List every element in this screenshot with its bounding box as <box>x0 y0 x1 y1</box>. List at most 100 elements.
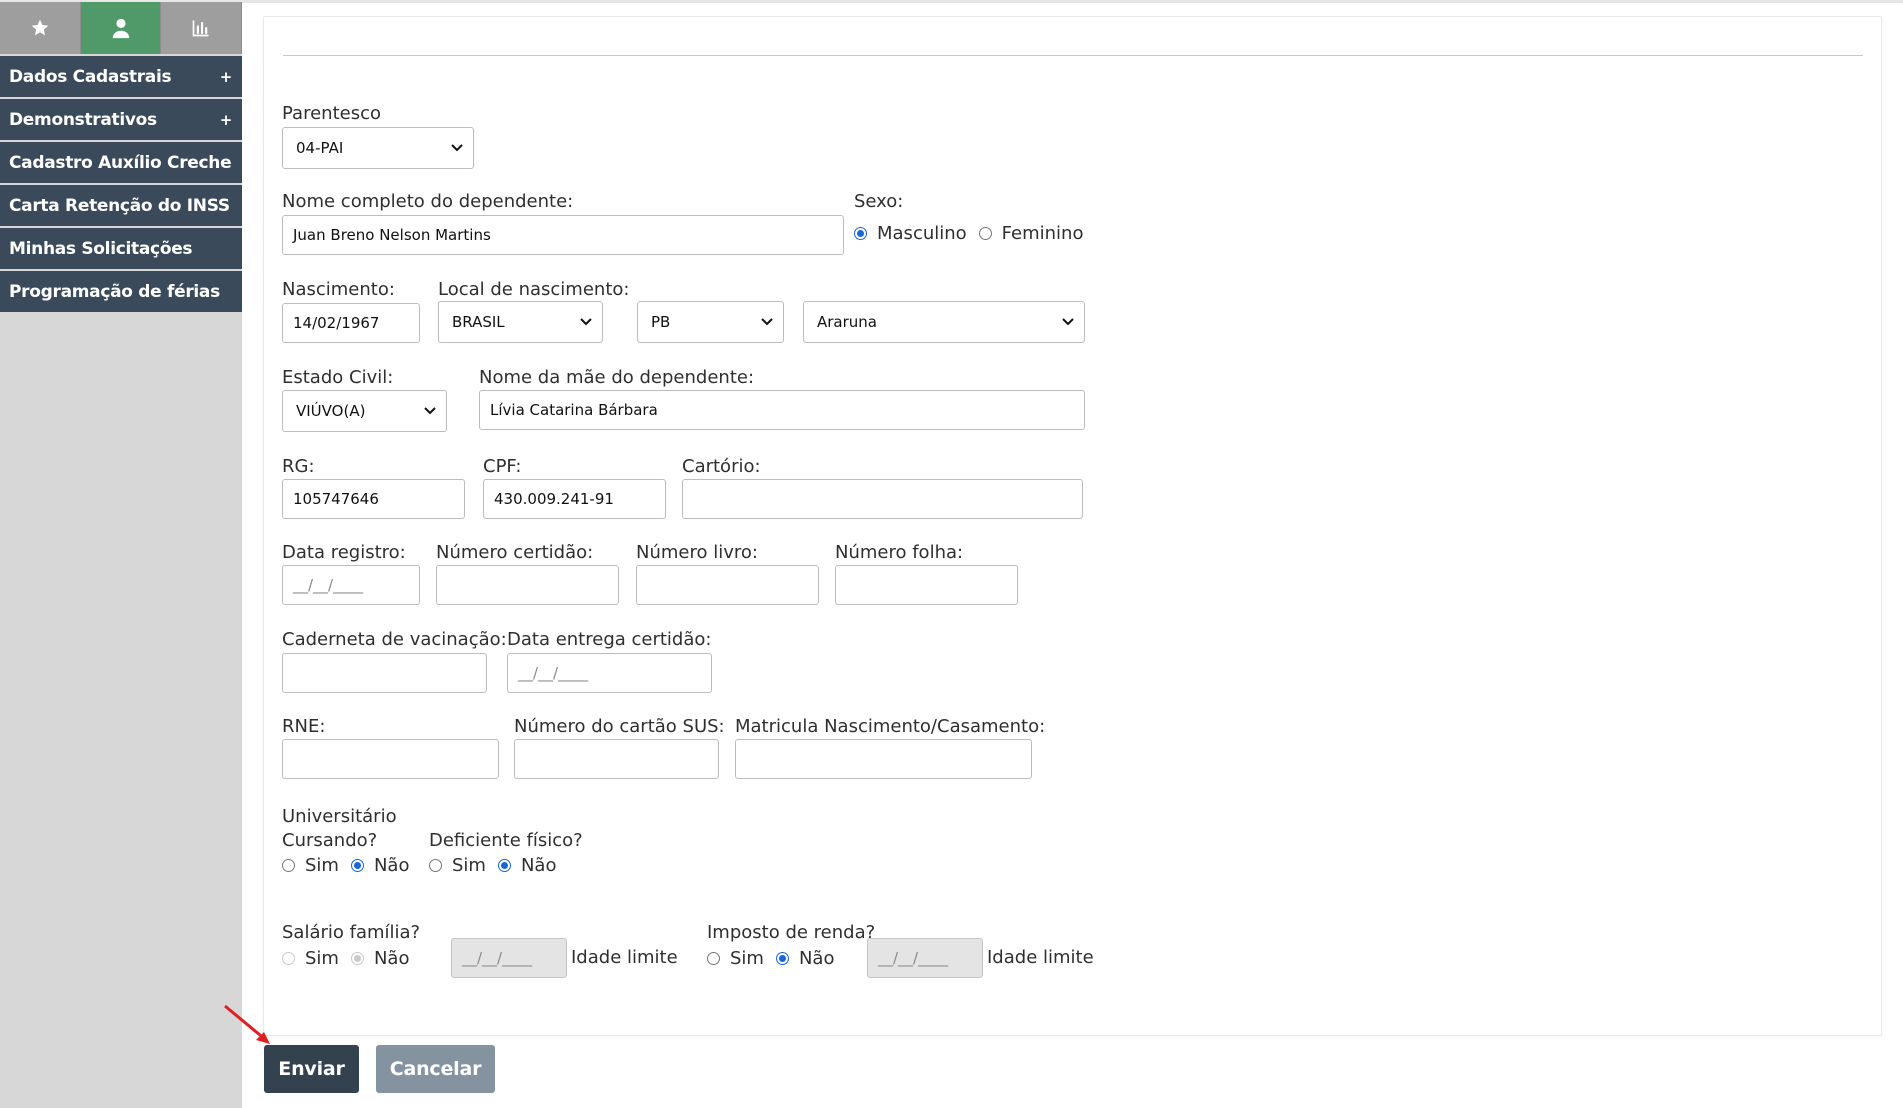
sus-field[interactable] <box>514 739 719 779</box>
panel-divider <box>283 55 1863 56</box>
radio-salario-nao[interactable] <box>350 952 364 965</box>
data-entrega-field[interactable]: __/__/____ <box>507 653 712 693</box>
nome-label: Nome completo do dependente: <box>282 191 574 212</box>
radio-label: Sim <box>730 948 764 969</box>
cancel-button[interactable]: Cancelar <box>376 1045 495 1093</box>
matricula-field[interactable] <box>735 739 1032 779</box>
nascimento-field[interactable]: 14/02/1967 <box>282 303 420 343</box>
sidebar-item-auxilio-creche[interactable]: Cadastro Auxílio Creche <box>0 142 242 183</box>
imposto-sim-option[interactable]: Sim <box>707 948 764 969</box>
sidebar-item-label: Cadastro Auxílio Creche <box>9 152 232 173</box>
radio-imposto-nao[interactable] <box>775 952 789 965</box>
salario-familia-nao-option[interactable]: Não <box>350 948 409 969</box>
sidebar-item-carta-inss[interactable]: Carta Retenção do INSS <box>0 185 242 226</box>
sexo-masculino-option[interactable]: Masculino <box>854 223 967 244</box>
sexo-radio-group: Masculino Feminino <box>854 223 1095 244</box>
rne-label: RNE: <box>282 716 326 737</box>
sus-label: Número do cartão SUS: <box>514 716 725 737</box>
universitario-nao-option[interactable]: Não <box>350 855 409 876</box>
user-icon <box>110 17 132 39</box>
sidebar-item-label: Carta Retenção do INSS <box>9 195 230 216</box>
expand-icon: + <box>219 67 233 86</box>
deficiente-sim-option[interactable]: Sim <box>429 855 486 876</box>
imposto-renda-radio-group: Sim Não <box>707 948 846 969</box>
radio-deficiente-sim[interactable] <box>429 859 442 872</box>
cpf-field[interactable]: 430.009.241-91 <box>483 479 666 519</box>
sidebar-item-programacao-ferias[interactable]: Programação de férias <box>0 271 242 312</box>
deficiente-nao-option[interactable]: Não <box>497 855 557 876</box>
universitario-label-line1: Universitário <box>282 806 397 827</box>
parentesco-select[interactable]: 04-PAI <box>282 127 474 169</box>
pais-select[interactable]: BRASIL <box>438 301 603 343</box>
local-nascimento-label: Local de nascimento: <box>438 279 630 300</box>
caderneta-field[interactable] <box>282 653 487 693</box>
sexo-feminino-option[interactable]: Feminino <box>978 223 1083 244</box>
parentesco-label: Parentesco <box>282 103 381 124</box>
universitario-label-line2: Cursando? <box>282 830 378 851</box>
radio-salario-sim[interactable] <box>282 952 295 965</box>
numero-folha-field[interactable] <box>835 565 1018 605</box>
imposto-renda-label: Imposto de renda? <box>707 922 876 943</box>
imposto-nao-option[interactable]: Não <box>775 948 835 969</box>
dependent-form-panel: Parentesco 04-PAI Nome completo do depen… <box>263 16 1882 1036</box>
sidebar: Dados Cadastrais + Demonstrativos + Cada… <box>0 0 243 1108</box>
radio-deficiente-nao[interactable] <box>497 859 511 872</box>
tab-favorites[interactable] <box>0 2 81 54</box>
radio-label: Não <box>798 948 835 969</box>
salario-familia-label: Salário família? <box>282 922 421 943</box>
annotation-arrow-icon <box>224 1004 270 1044</box>
sidebar-item-dados-cadastrais[interactable]: Dados Cadastrais + <box>0 56 242 97</box>
radio-imposto-sim[interactable] <box>707 952 720 965</box>
uf-select[interactable]: PB <box>637 301 784 343</box>
sidebar-item-demonstrativos[interactable]: Demonstrativos + <box>0 99 242 140</box>
nome-field[interactable]: Juan Breno Nelson Martins <box>282 215 844 255</box>
radio-universitario-sim[interactable] <box>282 859 295 872</box>
mae-field[interactable]: Lívia Catarina Bárbara <box>479 390 1085 430</box>
estado-civil-select[interactable]: VIÚVO(A) <box>282 390 447 432</box>
top-divider <box>242 0 1903 3</box>
mae-label: Nome da mãe do dependente: <box>479 367 755 388</box>
tab-profile[interactable] <box>80 2 162 54</box>
deficiente-radio-group: Sim Não <box>429 855 568 876</box>
tab-reports[interactable] <box>161 2 243 54</box>
sidebar-tabs <box>0 0 243 54</box>
cartorio-field[interactable] <box>682 479 1083 519</box>
data-registro-field[interactable]: __/__/____ <box>282 565 420 605</box>
chevron-down-icon <box>1062 316 1074 328</box>
universitario-radio-group: Sim Não <box>282 855 421 876</box>
cartorio-label: Cartório: <box>682 456 761 477</box>
rg-field[interactable]: 105747646 <box>282 479 465 519</box>
caderneta-label: Caderneta de vacinação: <box>282 629 507 650</box>
radio-masculino[interactable] <box>854 227 867 240</box>
salario-familia-sim-option[interactable]: Sim <box>282 948 339 969</box>
sidebar-item-label: Programação de férias <box>9 281 220 302</box>
numero-certidao-field[interactable] <box>436 565 619 605</box>
estado-civil-label: Estado Civil: <box>282 367 394 388</box>
numero-livro-label: Número livro: <box>636 542 758 563</box>
radio-label: Não <box>520 855 557 876</box>
pais-value: BRASIL <box>452 313 505 331</box>
numero-livro-field[interactable] <box>636 565 819 605</box>
salario-idade-limite-label: Idade limite <box>571 947 678 968</box>
radio-universitario-nao[interactable] <box>350 859 364 872</box>
sidebar-item-minhas-solicitacoes[interactable]: Minhas Solicitações <box>0 228 242 269</box>
cidade-value: Araruna <box>817 313 877 331</box>
deficiente-label: Deficiente físico? <box>429 830 583 851</box>
radio-label: Sim <box>305 948 339 969</box>
salario-familia-date-field[interactable]: __/__/____ <box>451 938 567 978</box>
star-icon <box>30 18 50 38</box>
expand-icon: + <box>219 110 233 129</box>
data-registro-label: Data registro: <box>282 542 406 563</box>
rne-field[interactable] <box>282 739 499 779</box>
numero-folha-label: Número folha: <box>835 542 964 563</box>
submit-button[interactable]: Enviar <box>264 1045 359 1093</box>
cidade-select[interactable]: Araruna <box>803 301 1085 343</box>
imposto-renda-date-field[interactable]: __/__/____ <box>867 938 983 978</box>
chevron-down-icon <box>424 405 436 417</box>
radio-feminino[interactable] <box>978 227 992 240</box>
imposto-idade-limite-label: Idade limite <box>987 947 1094 968</box>
chevron-down-icon <box>761 316 773 328</box>
numero-certidao-label: Número certidão: <box>436 542 594 563</box>
sidebar-item-label: Minhas Solicitações <box>9 238 193 259</box>
universitario-sim-option[interactable]: Sim <box>282 855 339 876</box>
